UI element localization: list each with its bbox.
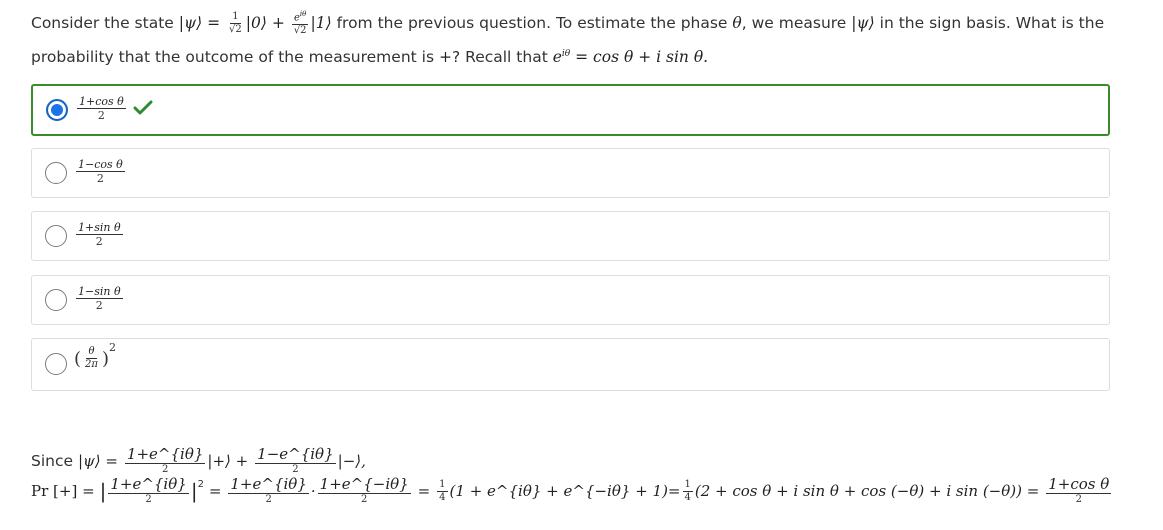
radio-button-selected[interactable] (46, 99, 68, 121)
option-3-formula: 1+sin θ2 (76, 221, 123, 248)
solution-line-1: Since |ψ⟩ = 1+e^{iθ} 2 |+⟩ + 1−e^{iθ} 2 |−… (31, 445, 366, 475)
radio-button[interactable] (45, 289, 67, 311)
solution-explanation: Since |ψ⟩ = 1+e^{iθ} 2 |+⟩ + 1−e^{iθ} 2 |−… (31, 446, 1141, 506)
solution-line-2: Pr [+] = | 1+e^{iθ} 2 | 2 = 1+e^{iθ} 2 · 1+e^… (31, 475, 1112, 505)
answer-option-1[interactable]: 1+cos θ2 (31, 84, 1110, 136)
radio-button[interactable] (45, 225, 67, 247)
option-1-formula: 1+cos θ2 (77, 95, 126, 122)
radio-button[interactable] (45, 353, 67, 375)
option-2-formula: 1−cos θ2 (76, 158, 125, 185)
check-icon (133, 100, 153, 115)
question-text: Consider the state |ψ⟩ = 1 √2 |0⟩ + eiθ √2 |… (31, 9, 1105, 67)
option-4-formula: 1−sin θ2 (76, 285, 123, 312)
option-5-formula: (θ 2π)2 (74, 341, 116, 371)
answer-option-4[interactable]: 1−sin θ2 (31, 275, 1110, 325)
answer-option-2[interactable]: 1−cos θ2 (31, 148, 1110, 198)
answer-option-5[interactable]: (θ 2π)2 (31, 338, 1110, 391)
radio-button[interactable] (45, 162, 67, 184)
answer-option-3[interactable]: 1+sin θ2 (31, 211, 1110, 261)
